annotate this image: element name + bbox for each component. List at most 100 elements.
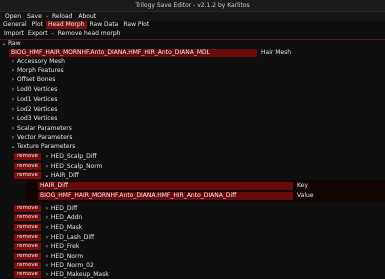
chevron-right-icon: › bbox=[11, 86, 15, 93]
chevron-right-icon: › bbox=[11, 125, 15, 132]
tab-bar: General Plot Head Morph Raw Data Raw Plo… bbox=[0, 21, 385, 29]
texture-item: remove › HED_Addn bbox=[0, 213, 385, 222]
tree-node-label: Lod3 Vertices bbox=[17, 115, 58, 122]
texture-item-label[interactable]: HAIR_Diff bbox=[51, 172, 79, 179]
remove-button[interactable]: remove bbox=[14, 172, 41, 179]
tab-plot[interactable]: Plot bbox=[30, 21, 45, 29]
remove-button[interactable]: remove bbox=[14, 262, 41, 269]
hair-mesh-field[interactable]: BIOG_HMF_HAIR_MORNHF.Anto_DIANA.HMF_HIR_… bbox=[9, 48, 257, 57]
tree-node-label: Accessory Mesh bbox=[17, 58, 65, 65]
chevron-right-icon[interactable]: › bbox=[43, 223, 51, 232]
texture-item-label[interactable]: HED_Addn bbox=[51, 214, 82, 221]
tree-node-label: Scalar Parameters bbox=[17, 125, 72, 132]
tree-node-offset-bones[interactable]: › Offset Bones bbox=[0, 75, 385, 84]
chevron-right-icon[interactable]: › bbox=[43, 233, 51, 242]
key-label: Key bbox=[297, 182, 308, 189]
texture-item: remove › HED_Mask bbox=[0, 223, 385, 232]
tree-node-scalar-parameters[interactable]: › Scalar Parameters bbox=[0, 124, 385, 133]
texture-item-label[interactable]: HED_Scalp_Norm bbox=[51, 163, 103, 170]
chevron-right-icon[interactable]: › bbox=[43, 242, 51, 251]
remove-button[interactable]: remove bbox=[14, 224, 41, 231]
tree-node-lod3[interactable]: › Lod3 Vertices bbox=[0, 114, 385, 123]
value-label: Value bbox=[297, 192, 314, 199]
chevron-right-icon: › bbox=[11, 96, 15, 103]
remove-button[interactable]: remove bbox=[14, 214, 41, 221]
tab-raw-data[interactable]: Raw Data bbox=[88, 21, 121, 29]
chevron-right-icon: › bbox=[11, 58, 15, 65]
texture-item-label[interactable]: HED_Diff bbox=[51, 205, 77, 212]
texture-item: remove › HED_Scalp_Diff bbox=[0, 152, 385, 161]
tree-node-lod1[interactable]: › Lod1 Vertices bbox=[0, 95, 385, 104]
texture-item-label[interactable]: HED_Mask bbox=[51, 224, 82, 231]
chevron-right-icon[interactable]: › bbox=[43, 261, 51, 270]
texture-item-label[interactable]: HED_Norm_02 bbox=[51, 262, 94, 269]
chevron-right-icon[interactable]: › bbox=[43, 152, 51, 161]
tree-node-label: Raw bbox=[8, 40, 21, 47]
texture-item-label[interactable]: HED_Makeup_Mask bbox=[51, 271, 109, 278]
menu-save[interactable]: Save bbox=[24, 12, 45, 21]
hair-diff-value-field[interactable]: BIOG_HMF_HAIR_MORNHF.Anto_DIANA.HMF_HIR_… bbox=[38, 191, 293, 200]
chevron-right-icon[interactable]: › bbox=[43, 213, 51, 222]
texture-item-expanded: remove ⌄HAIR_Diff bbox=[0, 171, 385, 180]
menu-bar: Open Save - Reload About bbox=[0, 12, 385, 21]
texture-item: remove › HED_Norm_02 bbox=[0, 261, 385, 270]
tree-node-label: Lod0 Vertices bbox=[17, 86, 58, 93]
texture-item: remove › HED_Scalp_Norm bbox=[0, 162, 385, 171]
tree-node-accessory-mesh[interactable]: › Accessory Mesh bbox=[0, 57, 385, 66]
chevron-down-icon: ⌄ bbox=[1, 40, 7, 47]
chevron-down-icon: ⌄ bbox=[10, 143, 16, 150]
menu-about[interactable]: About bbox=[75, 12, 99, 21]
remove-button[interactable]: remove bbox=[14, 253, 41, 260]
texture-item-label[interactable]: HED_Lash_Diff bbox=[51, 234, 94, 241]
menu-reload[interactable]: Reload bbox=[49, 12, 75, 21]
hair-diff-key-field[interactable]: HAIR_Diff bbox=[38, 181, 293, 190]
hair-diff-key-row: HAIR_Diff Key bbox=[0, 181, 385, 190]
chevron-right-icon: › bbox=[11, 76, 15, 83]
tree-node-label: Vector Parameters bbox=[17, 134, 73, 141]
hair-mesh-label: Hair Mesh bbox=[261, 49, 292, 56]
hair-diff-value-row: BIOG_HMF_HAIR_MORNHF.Anto_DIANA.HMF_HIR_… bbox=[0, 191, 385, 200]
tree-node-lod0[interactable]: › Lod0 Vertices bbox=[0, 85, 385, 94]
chevron-right-icon[interactable]: › bbox=[43, 162, 51, 171]
chevron-right-icon: › bbox=[11, 115, 15, 122]
tree-node-label: Lod1 Vertices bbox=[17, 96, 58, 103]
tree-node-raw[interactable]: ⌄Raw bbox=[0, 39, 385, 48]
remove-button[interactable]: remove bbox=[14, 271, 41, 278]
tree-node-label: Lod2 Vertices bbox=[17, 106, 58, 113]
remove-button[interactable]: remove bbox=[14, 163, 41, 170]
window-title: Trilogy Save Editor - v2.1.2 by Karlitos bbox=[0, 0, 385, 12]
texture-item: remove › HED_Frek bbox=[0, 242, 385, 251]
chevron-right-icon[interactable]: › bbox=[43, 204, 51, 213]
chevron-right-icon: › bbox=[11, 134, 15, 141]
tree-node-texture-parameters[interactable]: ⌄Texture Parameters bbox=[0, 142, 385, 151]
tree-node-morph-features[interactable]: › Morph Features bbox=[0, 66, 385, 75]
tab-general[interactable]: General bbox=[1, 21, 29, 29]
texture-item-label[interactable]: HED_Scalp_Diff bbox=[51, 153, 97, 160]
texture-item: remove › HED_Diff bbox=[0, 204, 385, 213]
tab-raw-plot[interactable]: Raw Plot bbox=[121, 21, 151, 29]
tree-node-label: Offset Bones bbox=[17, 76, 56, 83]
texture-item-label[interactable]: HED_Frek bbox=[51, 243, 79, 250]
remove-head-morph-button[interactable]: Remove head morph bbox=[56, 29, 123, 38]
tree-node-vector-parameters[interactable]: › Vector Parameters bbox=[0, 133, 385, 142]
tab-head-morph[interactable]: Head Morph bbox=[45, 21, 87, 29]
hair-mesh-row: BIOG_HMF_HAIR_MORNHF.Anto_DIANA.HMF_HIR_… bbox=[0, 48, 385, 57]
remove-button[interactable]: remove bbox=[14, 234, 41, 241]
tree-node-lod2[interactable]: › Lod2 Vertices bbox=[0, 105, 385, 114]
chevron-right-icon: › bbox=[11, 106, 15, 113]
remove-button[interactable]: remove bbox=[14, 153, 41, 160]
chevron-right-icon: › bbox=[11, 67, 15, 74]
action-bar: Import Export - Remove head morph bbox=[0, 29, 385, 38]
texture-item: remove › HED_Lash_Diff bbox=[0, 233, 385, 242]
chevron-right-icon[interactable]: › bbox=[43, 252, 51, 261]
import-button[interactable]: Import bbox=[2, 29, 26, 38]
menu-open[interactable]: Open bbox=[2, 12, 24, 21]
chevron-down-icon[interactable]: ⌄ bbox=[43, 171, 51, 180]
tree-node-label: Texture Parameters bbox=[17, 143, 76, 150]
texture-item: remove › HED_Norm bbox=[0, 252, 385, 261]
remove-button[interactable]: remove bbox=[14, 243, 41, 250]
tree-node-label: Morph Features bbox=[17, 67, 64, 74]
remove-button[interactable]: remove bbox=[14, 205, 41, 212]
export-button[interactable]: Export bbox=[26, 29, 50, 38]
texture-item-label[interactable]: HED_Norm bbox=[51, 253, 83, 260]
